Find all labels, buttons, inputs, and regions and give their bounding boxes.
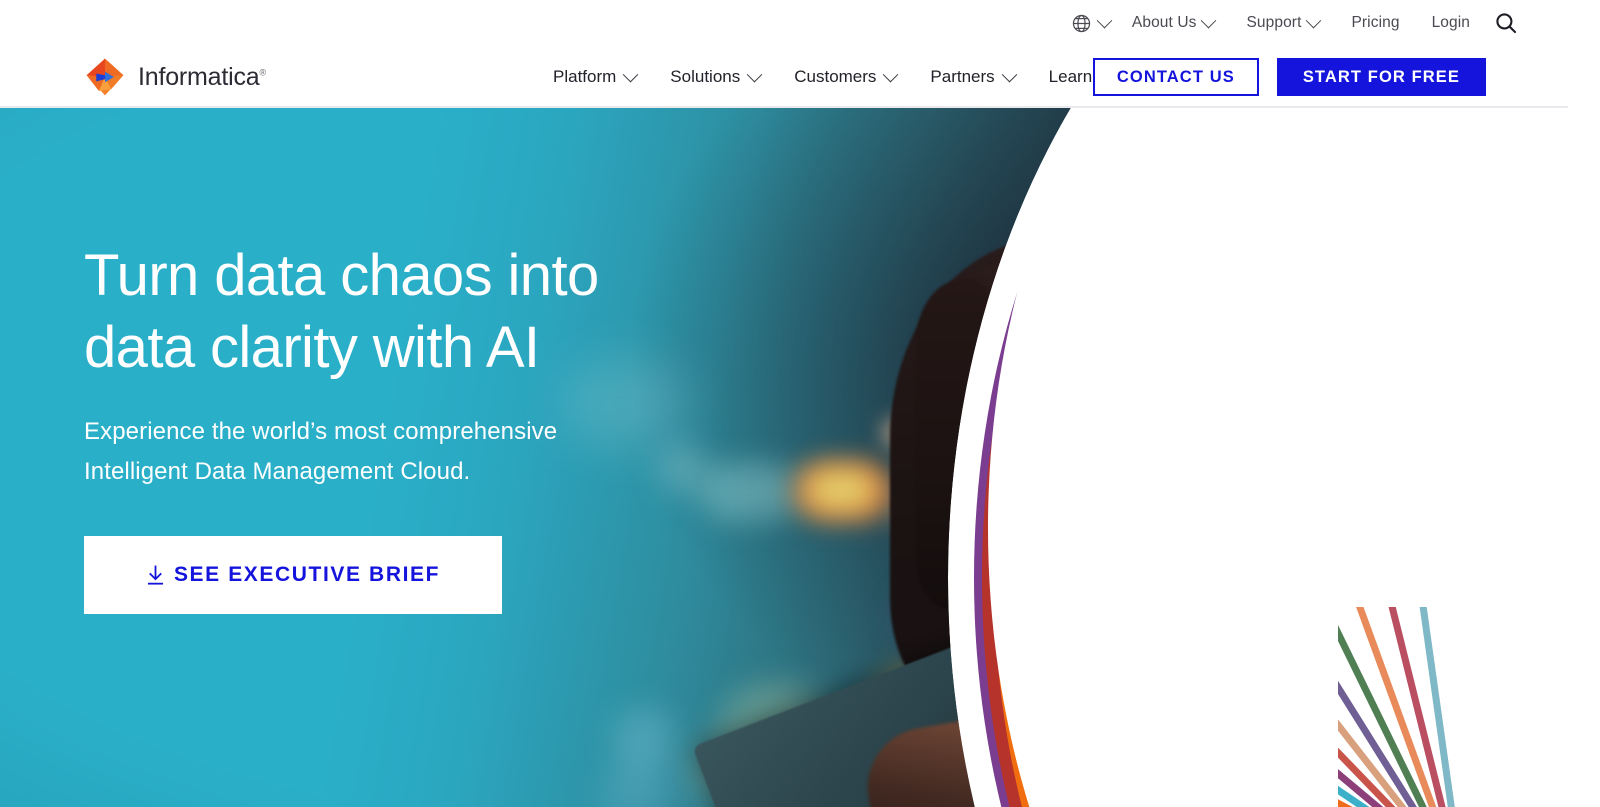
search-icon[interactable] [1486, 0, 1526, 46]
nav-item-label: Partners [930, 67, 995, 86]
logo-wordmark: Informatica® [138, 63, 266, 92]
chevron-down-icon [1306, 12, 1322, 28]
site-header: About Us Support Pricing Login Informati… [0, 0, 1568, 108]
utility-navigation: About Us Support Pricing Login [1055, 0, 1486, 46]
nav-item-solutions[interactable]: Solutions [653, 46, 777, 108]
hero-content: Turn data chaos into data clarity with A… [84, 240, 784, 614]
site-logo[interactable]: Informatica® [84, 46, 266, 108]
start-for-free-button[interactable]: START FOR FREE [1276, 58, 1486, 96]
header-divider [0, 106, 1568, 108]
nav-item-label: Customers [794, 67, 877, 86]
nav-item-label: Solutions [670, 67, 741, 86]
informatica-logo-icon [84, 56, 126, 98]
utility-item-pricing[interactable]: Pricing [1335, 0, 1415, 46]
hero-subheadline: Experience the world’s most comprehensiv… [84, 418, 558, 485]
chevron-down-icon [746, 66, 763, 82]
chevron-down-icon [1096, 12, 1113, 28]
hero-cta-inner: SEE EXECUTIVE BRIEF [146, 563, 440, 587]
nav-item-partners[interactable]: Partners [913, 46, 1031, 108]
page-root: About Us Support Pricing Login Informati… [0, 0, 1600, 807]
utility-item-about-us[interactable]: About Us [1116, 0, 1231, 46]
download-arrow-icon [146, 565, 165, 586]
utility-item-support[interactable]: Support [1230, 0, 1335, 46]
see-executive-brief-button[interactable]: SEE EXECUTIVE BRIEF [84, 536, 502, 614]
nav-item-platform[interactable]: Platform [536, 46, 653, 108]
chevron-down-icon [883, 66, 899, 82]
hero-section: Turn data chaos into data clarity with A… [0, 108, 1568, 807]
utility-item-login[interactable]: Login [1416, 0, 1486, 46]
page-right-gutter [1568, 0, 1600, 807]
header-cta-group: CONTACT US START FOR FREE [1092, 46, 1486, 108]
hero-cta-text: SEE EXECUTIVE BRIEF [173, 563, 441, 586]
chevron-down-icon [623, 66, 639, 82]
utility-item-label: Support [1246, 14, 1302, 31]
chevron-down-icon [1201, 12, 1217, 28]
hero-headline: Turn data chaos into data clarity with A… [84, 243, 599, 380]
nav-item-label: Learn [1048, 67, 1093, 86]
language-selector[interactable] [1055, 0, 1116, 46]
logo-trademark: ® [259, 67, 266, 78]
nav-item-label: Platform [553, 67, 617, 86]
globe-icon [1071, 13, 1092, 34]
hero-color-fan [1338, 607, 1568, 807]
utility-item-label: Pricing [1351, 14, 1400, 31]
primary-navigation: Platform Solutions Customers Partners Le… [536, 46, 1129, 108]
utility-item-label: Login [1431, 14, 1470, 31]
contact-us-button[interactable]: CONTACT US [1092, 58, 1259, 96]
nav-item-customers[interactable]: Customers [777, 46, 913, 108]
logo-wordmark-text: Informatica [138, 62, 260, 91]
browser-viewport: About Us Support Pricing Login Informati… [0, 0, 1568, 807]
utility-item-label: About Us [1131, 14, 1197, 31]
chevron-down-icon [1001, 66, 1017, 82]
